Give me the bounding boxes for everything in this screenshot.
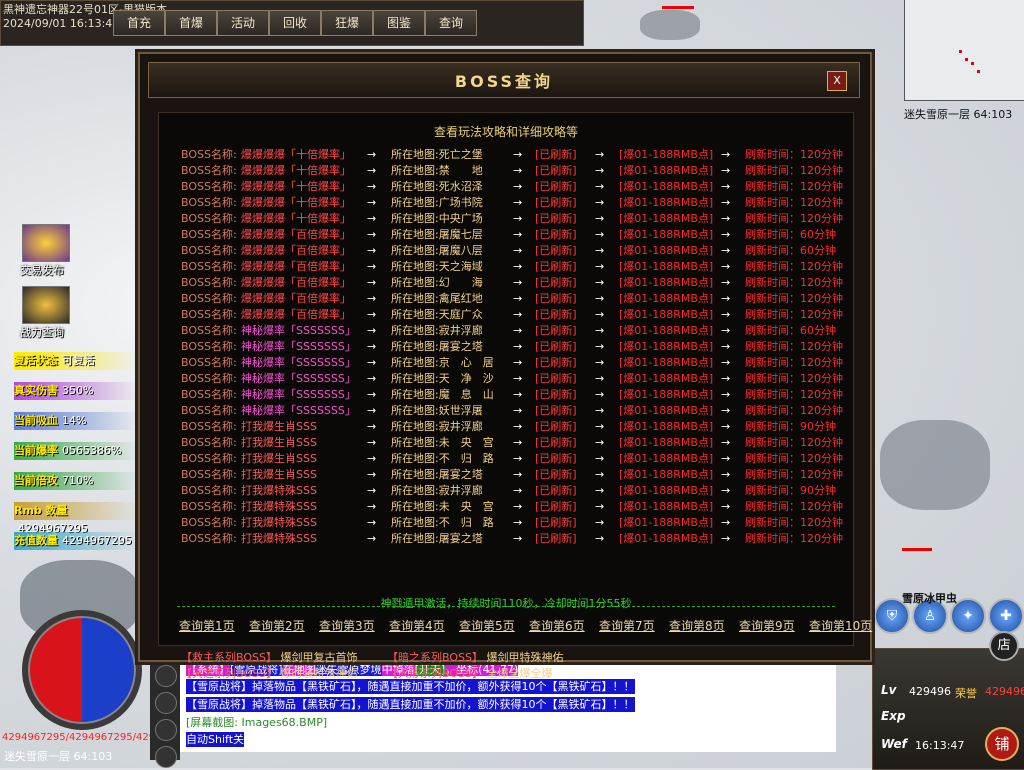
buff-status-text: 神戮遁甲激活，持续时间110秒，冷却时间1分55秒	[380, 597, 632, 610]
hp-mp-orb	[22, 610, 142, 730]
chat-channel-button[interactable]	[155, 665, 177, 687]
boss-row[interactable]: BOSS名称: 打我爆特殊SSS → 所在地图:未 央 宫 → [已刷新] → [爆01-18…	[181, 499, 851, 515]
chat-line: 【雪原战将】掉落物品【黑铁矿石】，随遇直接加重不加价，额外获得10个【黑铁矿石】…	[186, 679, 635, 694]
boss-row[interactable]: BOSS名称: 爆爆爆爆「十倍爆率」 → 所在地图:中央广场 → [已刷新] → [爆01-1…	[181, 211, 851, 227]
boss-row[interactable]: BOSS名称: 打我爆生肖SSS → 所在地图:不 归 路 → [已刷新] → [爆01-18…	[181, 451, 851, 467]
divider	[177, 606, 835, 607]
stat-row: 充值数量 4294967295	[14, 532, 138, 550]
stat-row: 复活状态 可复活	[14, 352, 138, 370]
boss-series-link[interactable]: 【暗之系列BOSS】 爆剑甲特殊神佑	[387, 649, 563, 665]
honor-value: 429496	[985, 685, 1024, 698]
page-link[interactable]: 查询第4页	[389, 617, 445, 634]
page-link[interactable]: 查询第5页	[459, 617, 515, 634]
boss-row[interactable]: BOSS名称: 爆爆爆爆「十倍爆率」 → 所在地图:广场书院 → [已刷新] → [爆01-1…	[181, 195, 851, 211]
npc-name: 雪原冰甲虫	[902, 592, 957, 605]
chat-channel-button[interactable]	[155, 719, 177, 741]
boss-query-dialog: BOSS查询 X 查看玩法攻略和详细攻略等 BOSS名称: 爆爆爆爆「十倍爆率」 →…	[138, 52, 872, 680]
honor-label: 荣誉	[955, 687, 977, 700]
codex-button[interactable]: 图鉴	[373, 10, 425, 36]
page-link[interactable]: 查询第3页	[319, 617, 375, 634]
page-link[interactable]: 查询第1页	[179, 617, 235, 634]
enemy-marker	[965, 58, 968, 61]
rock	[640, 10, 700, 40]
trade-publish-button[interactable]: 交易发布	[20, 224, 70, 277]
enemy-marker	[977, 70, 980, 73]
boss-series-link[interactable]: 【救主系列BOSS】 爆剑甲复古首饰	[181, 649, 357, 665]
auto-shift-toggle[interactable]: 自动Shift关	[186, 732, 245, 747]
boss-series-link[interactable]: 【人形系列BOSS】 全爆全爆全爆	[387, 665, 552, 681]
dialog-header[interactable]: BOSS查询 X	[148, 62, 860, 98]
boss-row[interactable]: BOSS名称: 爆爆爆爆「百倍爆率」 → 所在地图:天之海域 → [已刷新] → [爆01-1…	[181, 259, 851, 275]
boss-row[interactable]: BOSS名称: 爆爆爆爆「十倍爆率」 → 所在地图:死亡之堡 → [已刷新] → [爆01-1…	[181, 147, 851, 163]
power-query-button[interactable]: 战力查询	[20, 286, 70, 339]
stat-row: 当前倍攻 710%	[14, 472, 138, 490]
crossed-swords-icon	[22, 286, 70, 324]
stat-row: 真实伤害 350%	[14, 382, 138, 400]
dialog-title: BOSS查询	[454, 72, 554, 91]
page-link[interactable]: 查询第10页	[809, 617, 872, 634]
close-button[interactable]: X	[827, 71, 847, 91]
activity-button[interactable]: 活动	[217, 10, 269, 36]
chat-channel-button[interactable]	[155, 746, 177, 768]
stat-row: 当前爆率 0565386%	[14, 442, 138, 460]
page-link[interactable]: 查询第2页	[249, 617, 305, 634]
boss-row[interactable]: BOSS名称: 爆爆爆爆「百倍爆率」 → 所在地图:屠魔八层 → [已刷新] → [爆01-1…	[181, 243, 851, 259]
shop-stall-button[interactable]: 铺	[985, 727, 1019, 761]
chat-line: [屏幕截图: Images68.BMP]	[186, 716, 328, 729]
minimap-location: 迷失雪原一层 64:103	[904, 108, 1013, 121]
enemy-hp-bar	[662, 6, 694, 9]
first-drop-button[interactable]: 首爆	[165, 10, 217, 36]
query-button[interactable]: 查询	[425, 10, 477, 36]
rock	[880, 420, 990, 510]
boss-row[interactable]: BOSS名称: 神秘爆率「SSSSSSS」 → 所在地图:魔 息 山 → [已刷新] → [爆…	[181, 387, 851, 403]
boss-row[interactable]: BOSS名称: 打我爆特殊SSS → 所在地图:不 归 路 → [已刷新] → [爆01-18…	[181, 515, 851, 531]
minimap[interactable]	[904, 0, 1024, 101]
level-value: 429496	[909, 685, 951, 698]
page-link[interactable]: 查询第7页	[599, 617, 655, 634]
boss-row[interactable]: BOSS名称: 打我爆生肖SSS → 所在地图:寂井浮廊 → [已刷新] → [爆01-188…	[181, 419, 851, 435]
boss-row[interactable]: BOSS名称: 神秘爆率「SSSSSSS」 → 所在地图:寂井浮廊 → [已刷新] → [爆0…	[181, 323, 851, 339]
boss-row[interactable]: BOSS名称: 打我爆生肖SSS → 所在地图:未 央 宫 → [已刷新] → [爆01-18…	[181, 435, 851, 451]
boss-series-link[interactable]: 【天之系列BOSS】 爆时装特殊神佑	[181, 665, 357, 681]
boss-row[interactable]: BOSS名称: 爆爆爆爆「百倍爆率」 → 所在地图:天庭广众 → [已刷新] → [爆01-1…	[181, 307, 851, 323]
boss-row[interactable]: BOSS名称: 打我爆特殊SSS → 所在地图:屠宴之塔 → [已刷新] → [爆01-188…	[181, 531, 851, 547]
crazy-drop-button[interactable]: 狂爆	[321, 10, 373, 36]
current-map: 迷失雪原一层 64:103	[4, 750, 113, 763]
stat-row: 当前吸血 14%	[14, 412, 138, 430]
enemy-hp-bar	[902, 548, 932, 551]
boss-row[interactable]: BOSS名称: 神秘爆率「SSSSSSS」 → 所在地图:妖世浮屠 → [已刷新] → [爆0…	[181, 403, 851, 419]
enemy-marker	[959, 50, 962, 53]
skill-cross-icon[interactable]: ✚	[988, 598, 1024, 634]
chat-channel-button[interactable]	[155, 692, 177, 714]
recycle-button[interactable]: 回收	[269, 10, 321, 36]
boss-row[interactable]: BOSS名称: 爆爆爆爆「百倍爆率」 → 所在地图:屠魔七层 → [已刷新] → [爆01-1…	[181, 227, 851, 243]
page-link[interactable]: 查询第8页	[669, 617, 725, 634]
first-charge-button[interactable]: 首充	[113, 10, 165, 36]
chat-line: 【雪原战将】掉落物品【黑铁矿石】，随遇直接加重不加价，额外获得10个【黑铁矿石】…	[186, 697, 635, 712]
stat-row: Rmb 数量4294967295	[14, 502, 138, 535]
chat-channel-buttons	[150, 660, 180, 768]
shop-button[interactable]: 店	[989, 631, 1019, 661]
page-link[interactable]: 查询第6页	[529, 617, 585, 634]
boss-row[interactable]: BOSS名称: 爆爆爆爆「十倍爆率」 → 所在地图:禁 地 → [已刷新] → [爆01-18…	[181, 163, 851, 179]
boss-row[interactable]: BOSS名称: 神秘爆率「SSSSSSS」 → 所在地图:屠宴之塔 → [已刷新] → [爆0…	[181, 339, 851, 355]
server-datetime: 2024/09/01 16:13:47	[3, 17, 120, 30]
page-link[interactable]: 查询第9页	[739, 617, 795, 634]
boss-row[interactable]: BOSS名称: 打我爆生肖SSS → 所在地图:屠宴之塔 → [已刷新] → [爆01-188…	[181, 467, 851, 483]
guide-link[interactable]: 查看玩法攻略和详细攻略等	[159, 123, 853, 140]
boss-row[interactable]: BOSS名称: 爆爆爆爆「百倍爆率」 → 所在地图:禽尾红地 → [已刷新] → [爆01-1…	[181, 291, 851, 307]
boss-row[interactable]: BOSS名称: 神秘爆率「SSSSSSS」 → 所在地图:京 心 居 → [已刷新] → [爆…	[181, 355, 851, 371]
boss-row[interactable]: BOSS名称: 爆爆爆爆「十倍爆率」 → 所在地图:死水沼泽 → [已刷新] → [爆01-1…	[181, 179, 851, 195]
top-menu-bar: 黑神遗忘神器22号01区-果猫版本 2024/09/01 16:13:47 首充…	[0, 0, 584, 46]
game-clock: 16:13:47	[915, 739, 965, 752]
enemy-marker	[971, 62, 974, 65]
boss-row[interactable]: BOSS名称: 神秘爆率「SSSSSSS」 → 所在地图:天 净 沙 → [已刷新] → [爆…	[181, 371, 851, 387]
boss-row[interactable]: BOSS名称: 爆爆爆爆「百倍爆率」 → 所在地图:幻 海 → [已刷新] → [爆01-18…	[181, 275, 851, 291]
boss-row[interactable]: BOSS名称: 打我爆特殊SSS → 所在地图:寂井浮廊 → [已刷新] → [爆01-188…	[181, 483, 851, 499]
character-status-panel: 店 Lv 429496 荣誉 429496 Exp Wef 16:13:47 铺	[872, 631, 1024, 770]
dialog-body: 查看玩法攻略和详细攻略等 BOSS名称: 爆爆爆爆「十倍爆率」 → 所在地图:死亡之堡…	[158, 112, 872, 680]
trade-icon	[22, 224, 70, 262]
